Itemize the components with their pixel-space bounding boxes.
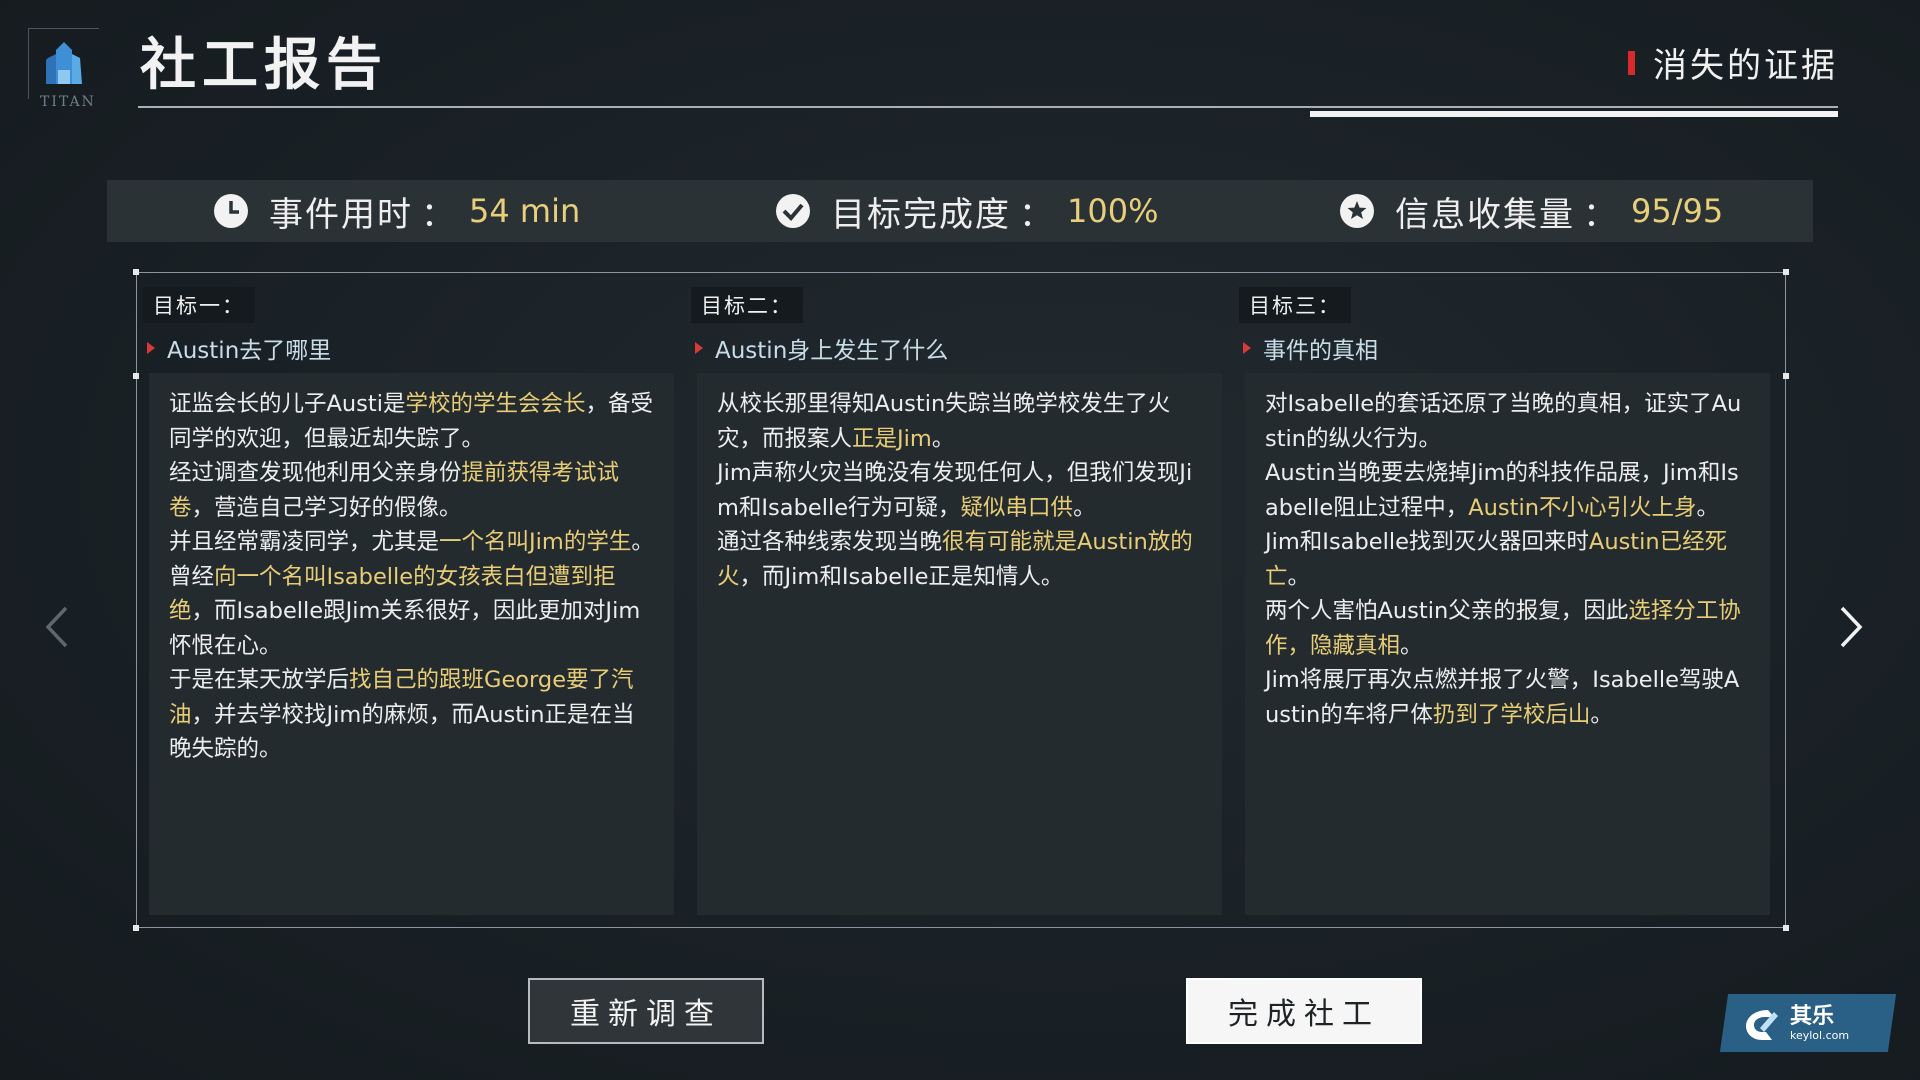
body-text: 于是在某天放学后 [169, 667, 350, 693]
logo-text: TITAN [40, 94, 96, 110]
goal-subtitle-text: 事件的真相 [1263, 338, 1378, 364]
goal-paragraph: 曾经向一个名叫Isabelle的女孩表白但遭到拒绝，而Isabelle跟Jim关… [169, 560, 654, 664]
body-text: 。 [1400, 632, 1423, 659]
goal-paragraph: 从校长那里得知Austin失踪当晚学校发生了火灾，而报案人正是Jim。 [717, 387, 1202, 456]
goal-subtitle: Austin去了哪里 [147, 331, 331, 365]
stat-time-value: 54 min [469, 192, 581, 230]
body-text: ，而Isabelle跟Jim关系很好，因此更加对Jim怀恨在心。 [169, 598, 641, 659]
goal-text: 证监会长的儿子Austi是学校的学生会会长，备受同学的欢迎，但最近却失踪了。 经过… [149, 373, 674, 767]
body-text: 。 [1287, 563, 1311, 590]
goal-paragraph: Austin当晚要去烧掉Jim的科技作品展，Jim和Isabelle阻止过程中，… [1265, 456, 1750, 525]
body-text: ，而Jim和Isabelle正是知情人。 [739, 563, 1064, 590]
stat-info-sep: ： [1583, 194, 1617, 235]
body-text: 并且经常霸凌同学，尤其是 [169, 529, 440, 555]
watermark: 其乐 keylol.com [1738, 998, 1888, 1050]
clock-icon [214, 194, 248, 228]
body-text: 。 [931, 425, 955, 452]
goal-paragraph: 于是在某天放学后找自己的跟班George要了汽油，并去学校找Jim的麻烦，而Au… [169, 663, 654, 767]
highlight-text: 一个名叫Jim的学生 [439, 529, 632, 555]
reinvestigate-button[interactable]: 重新调查 [528, 978, 764, 1044]
header-divider-accent [1310, 111, 1838, 117]
body-text: Jim声称火灾当晚没有发现任何人，但我们发现Jim和Isabelle行为可疑， [717, 460, 1193, 521]
body-text: 通过各种线索发现当晚 [717, 529, 943, 555]
goal-panel-3: 目标三： 事件的真相 对Isabelle的套话还原了当晚的真相，证实了Austi… [1233, 273, 1770, 927]
check-circle-icon [776, 194, 810, 228]
highlight-text: 疑似串口供 [960, 494, 1074, 521]
body-text: 证监会长的儿子Austi是 [169, 391, 406, 417]
goal-paragraph: 两个人害怕Austin父亲的报复，因此选择分工协作，隐藏真相。 [1265, 594, 1750, 663]
goal-paragraph: 通过各种线索发现当晚很有可能就是Austin放的火，而Jim和Isabelle正… [717, 525, 1202, 594]
goal-paragraph: 证监会长的儿子Austi是学校的学生会会长，备受同学的欢迎，但最近却失踪了。 [169, 387, 654, 456]
body-text: 。 [1073, 494, 1096, 521]
goal-paragraph: 并且经常霸凌同学，尤其是一个名叫Jim的学生。 [169, 525, 654, 560]
stats-bar: 事件用时 ： 54 min 目标完成度 ： 100% 信息收集量 ： 95/95 [107, 180, 1813, 242]
stat-completion: 目标完成度 ： 100% [775, 180, 1158, 242]
goal-subtitle: 事件的真相 [1243, 331, 1378, 365]
watermark-name: 其乐 [1790, 1004, 1835, 1029]
goal-title: 目标三： [1239, 287, 1351, 323]
goal-paragraph: 经过调查发现他利用父亲身份提前获得考试试卷，营造自己学习好的假像。 [169, 456, 654, 525]
stat-time-sep: ： [421, 194, 455, 235]
stat-completion-label: 目标完成度 [831, 194, 1011, 235]
star-circle-icon [1340, 194, 1374, 228]
body-text: ，并去学校找Jim的麻烦，而Austin正是在当晚失踪的。 [169, 701, 635, 763]
stat-info-label: 信息收集量 [1395, 194, 1575, 235]
body-text: 曾经 [169, 563, 215, 590]
body-text: 两个人害怕Austin父亲的报复，因此 [1265, 598, 1629, 624]
bullet-triangle-icon [1243, 342, 1251, 354]
goal-subtitle-text: Austin身上发生了什么 [715, 338, 949, 364]
highlight-text: 扔到了学校后山 [1432, 701, 1591, 728]
goal-text: 从校长那里得知Austin失踪当晚学校发生了火灾，而报案人正是Jim。 Jim声称… [697, 373, 1222, 594]
goal-body: 对Isabelle的套话还原了当晚的真相，证实了Austin的纵火行为。 Aust… [1245, 373, 1770, 915]
stat-completion-value: 100% [1067, 192, 1159, 230]
stat-time-label: 事件用时 [269, 194, 413, 235]
goal-body: 从校长那里得知Austin失踪当晚学校发生了火灾，而报案人正是Jim。 Jim声称… [697, 373, 1222, 915]
chapter-title: 消失的证据 [1628, 38, 1838, 87]
stat-completion-sep: ： [1019, 194, 1053, 235]
goal-paragraph: 对Isabelle的套话还原了当晚的真相，证实了Austin的纵火行为。 [1265, 387, 1750, 456]
stat-info-value: 95/95 [1631, 192, 1724, 230]
titan-logo-icon [46, 42, 82, 84]
keylol-logo-icon [1746, 1010, 1778, 1040]
goal-paragraph: Jim和Isabelle找到灭火器回来时Austin已经死亡。 [1265, 525, 1750, 594]
header-divider [138, 106, 1838, 108]
body-text: ，营造自己学习好的假像。 [191, 494, 462, 521]
goal-panel-1: 目标一： Austin去了哪里 证监会长的儿子Austi是学校的学生会会长，备受… [137, 273, 674, 927]
goal-title: 目标一： [143, 287, 255, 323]
titan-logo: TITAN [28, 28, 99, 110]
chapter-marker [1628, 50, 1635, 75]
goal-title: 目标二： [691, 287, 803, 323]
next-page-arrow-icon[interactable] [1836, 604, 1866, 650]
finish-button[interactable]: 完成社工 [1186, 978, 1422, 1044]
body-text: 。 [631, 529, 654, 555]
highlight-text: Austin不小心引火上身 [1468, 494, 1697, 521]
page-title: 社工报告 [140, 33, 388, 98]
body-text: 。 [1696, 494, 1719, 521]
body-text: 。 [1590, 701, 1613, 728]
bullet-triangle-icon [147, 342, 155, 354]
goals-frame: 目标一： Austin去了哪里 证监会长的儿子Austi是学校的学生会会长，备受… [133, 269, 1789, 931]
previous-page-arrow-icon[interactable] [42, 604, 72, 650]
body-text: Jim和Isabelle找到灭火器回来时 [1265, 529, 1589, 555]
goal-text: 对Isabelle的套话还原了当晚的真相，证实了Austin的纵火行为。 Aust… [1245, 373, 1770, 732]
goal-subtitle: Austin身上发生了什么 [695, 331, 948, 365]
highlight-text: 学校的学生会会长 [405, 391, 586, 417]
watermark-url: keylol.com [1790, 1029, 1850, 1042]
stat-info: 信息收集量 ： 95/95 [1339, 180, 1723, 242]
body-text: 经过调查发现他利用父亲身份 [169, 460, 462, 486]
highlight-text: 正是Jim [852, 425, 932, 452]
goal-subtitle-text: Austin去了哪里 [167, 338, 332, 364]
goal-body: 证监会长的儿子Austi是学校的学生会会长，备受同学的欢迎，但最近却失踪了。 经过… [149, 373, 674, 915]
bullet-triangle-icon [695, 342, 703, 354]
chapter-label: 消失的证据 [1653, 46, 1838, 86]
goal-panel-2: 目标二： Austin身上发生了什么 从校长那里得知Austin失踪当晚学校发生… [685, 273, 1222, 927]
stat-time: 事件用时 ： 54 min [213, 180, 580, 242]
body-text: 对Isabelle的套话还原了当晚的真相，证实了Austin的纵火行为。 [1265, 391, 1742, 452]
goal-paragraph: Jim将展厅再次点燃并报了火警，Isabelle驾驶Austin的车将尸体扔到了… [1265, 663, 1750, 732]
goal-paragraph: Jim声称火灾当晚没有发现任何人，但我们发现Jim和Isabelle行为可疑，疑… [717, 456, 1202, 525]
